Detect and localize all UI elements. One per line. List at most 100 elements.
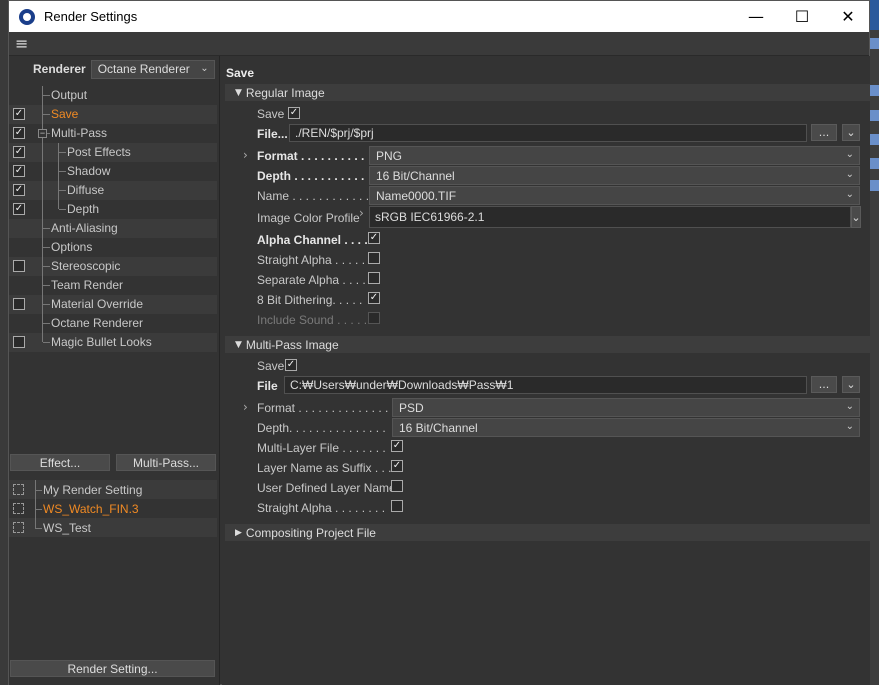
hamburger-menu-icon[interactable]: ≡ bbox=[15, 35, 28, 52]
settings-tree: Output ✓ Save ✓ Multi-Pass − ✓ Post Effects ✓ Sha… bbox=[9, 86, 217, 352]
triangle-down-icon: ▼ bbox=[235, 87, 242, 98]
render-setting-label: WS_Watch_FIN.3 bbox=[43, 502, 139, 516]
tree-item-octane-renderer[interactable]: Octane Renderer bbox=[9, 314, 217, 333]
tree-item-label: Anti-Aliasing bbox=[51, 221, 118, 235]
regular-name-select[interactable]: Name0000.TIF ⌄ bbox=[369, 186, 860, 205]
renderer-select[interactable]: Octane Renderer ⌄ bbox=[90, 59, 215, 79]
effect-button[interactable]: Effect... bbox=[10, 454, 110, 471]
tree-checkbox[interactable]: ✓ bbox=[13, 203, 25, 215]
tree-item-label: Multi-Pass bbox=[51, 126, 108, 140]
multipass-file-input[interactable]: C:₩Users₩under₩Downloads₩Pass₩1 bbox=[284, 376, 807, 394]
multipass-file-chevron-down-icon[interactable]: ⌄ bbox=[842, 376, 860, 393]
mp-straight-alpha-label: Straight Alpha . . . . . . . . bbox=[257, 501, 386, 515]
regular-save-checkbox[interactable]: ✓ bbox=[288, 107, 300, 119]
tree-connector bbox=[58, 162, 59, 181]
compositing-header[interactable]: ▶ Compositing Project File bbox=[225, 524, 870, 541]
renderer-value: Octane Renderer bbox=[97, 62, 190, 76]
multipass-format-select[interactable]: PSD ⌄ bbox=[392, 398, 860, 417]
background-icon bbox=[870, 134, 879, 145]
tree-item-stereoscopic[interactable]: Stereoscopic bbox=[9, 257, 217, 276]
regular-depth-select[interactable]: 16 Bit/Channel ⌄ bbox=[369, 166, 860, 185]
profile-chevron-icon[interactable]: › bbox=[359, 206, 364, 220]
background-icon bbox=[870, 38, 879, 49]
close-icon[interactable]: ✕ bbox=[825, 1, 871, 32]
tree-item-multi-pass[interactable]: ✓ Multi-Pass − bbox=[9, 124, 217, 143]
multilayer-checkbox[interactable]: ✓ bbox=[391, 440, 403, 452]
tree-checkbox[interactable] bbox=[13, 336, 25, 348]
render-setting-button[interactable]: Render Setting... bbox=[10, 660, 215, 677]
maximize-icon[interactable]: ☐ bbox=[779, 1, 825, 32]
render-setting-item[interactable]: WS_Test bbox=[9, 518, 217, 537]
regular-file-browse-button[interactable]: ... bbox=[811, 124, 837, 141]
tree-connector bbox=[35, 490, 42, 491]
tree-checkbox[interactable]: ✓ bbox=[13, 146, 25, 158]
tree-item-anti-aliasing[interactable]: Anti-Aliasing bbox=[9, 219, 217, 238]
regular-file-chevron-down-icon[interactable]: ⌄ bbox=[842, 124, 860, 141]
render-setting-item[interactable]: WS_Watch_FIN.3 bbox=[9, 499, 217, 518]
tree-item-label: Shadow bbox=[67, 164, 111, 178]
tree-item-post-effects[interactable]: ✓ Post Effects bbox=[9, 143, 217, 162]
multipass-file-browse-button[interactable]: ... bbox=[811, 376, 837, 393]
multipass-save-checkbox[interactable]: ✓ bbox=[285, 359, 297, 371]
tree-connector bbox=[42, 200, 43, 219]
multipass-image-header[interactable]: ▼ Multi-Pass Image bbox=[225, 336, 870, 353]
mp-format-expand-chevron-icon[interactable]: › bbox=[243, 400, 248, 414]
straight-alpha-checkbox[interactable] bbox=[368, 252, 380, 264]
tree-item-diffuse[interactable]: ✓ Diffuse bbox=[9, 181, 217, 200]
tree-checkbox[interactable]: ✓ bbox=[13, 108, 25, 120]
tree-item-label: Stereoscopic bbox=[51, 259, 121, 273]
tree-connector bbox=[59, 171, 66, 172]
render-setting-item[interactable]: My Render Setting bbox=[9, 480, 217, 499]
tree-item-output[interactable]: Output bbox=[9, 86, 217, 105]
separate-alpha-checkbox[interactable] bbox=[368, 272, 380, 284]
tree-connector bbox=[43, 114, 50, 115]
tree-connector bbox=[42, 219, 43, 238]
regular-profile-value: sRGB IEC61966-2.1 bbox=[375, 210, 485, 224]
minimize-icon[interactable]: — bbox=[733, 1, 779, 32]
section-title: Save bbox=[226, 66, 255, 80]
tree-item-label: Octane Renderer bbox=[51, 316, 144, 330]
tree-checkbox[interactable] bbox=[13, 298, 25, 310]
tree-checkbox[interactable] bbox=[13, 260, 25, 272]
tree-checkbox[interactable]: ✓ bbox=[13, 165, 25, 177]
tree-connector bbox=[58, 200, 59, 209]
tree-item-depth[interactable]: ✓ Depth bbox=[9, 200, 217, 219]
regular-profile-field[interactable]: sRGB IEC61966-2.1 bbox=[369, 206, 851, 228]
include-sound-checkbox bbox=[368, 312, 380, 324]
regular-depth-value: 16 Bit/Channel bbox=[376, 168, 455, 183]
cinema4d-logo-icon bbox=[19, 8, 35, 25]
tree-connector bbox=[43, 228, 50, 229]
mp-straight-alpha-checkbox[interactable] bbox=[391, 500, 403, 512]
tree-connector bbox=[42, 276, 43, 295]
tree-connector bbox=[43, 266, 50, 267]
regular-save-label: Save bbox=[257, 107, 285, 121]
user-defined-layer-checkbox[interactable] bbox=[391, 480, 403, 492]
regular-image-header[interactable]: ▼ Regular Image bbox=[225, 84, 870, 101]
render-settings-window: Render Settings — ☐ ✕ ≡ Renderer Octane … bbox=[8, 0, 870, 685]
profile-chevron-down-icon[interactable]: ⌄ bbox=[851, 206, 861, 228]
multipass-format-label: Format . . . . . . . . . . . . . . bbox=[257, 401, 389, 415]
tree-item-team-render[interactable]: Team Render bbox=[9, 276, 217, 295]
dithering-checkbox[interactable]: ✓ bbox=[368, 292, 380, 304]
tree-checkbox[interactable]: ✓ bbox=[13, 184, 25, 196]
tree-connector bbox=[43, 342, 50, 343]
tree-item-shadow[interactable]: ✓ Shadow bbox=[9, 162, 217, 181]
dithering-label: 8 Bit Dithering. . . . . bbox=[257, 293, 363, 307]
dashed-square-icon bbox=[13, 522, 24, 533]
regular-format-select[interactable]: PNG ⌄ bbox=[369, 146, 860, 165]
alpha-channel-checkbox[interactable]: ✓ bbox=[368, 232, 380, 244]
tree-connector bbox=[59, 152, 66, 153]
tree-connector bbox=[59, 209, 66, 210]
tree-item-label: Magic Bullet Looks bbox=[51, 335, 152, 349]
collapse-icon[interactable]: − bbox=[38, 129, 47, 138]
tree-item-save[interactable]: ✓ Save bbox=[9, 105, 217, 124]
tree-item-magic-bullet-looks[interactable]: Magic Bullet Looks bbox=[9, 333, 217, 352]
tree-item-material-override[interactable]: Material Override bbox=[9, 295, 217, 314]
multipass-button[interactable]: Multi-Pass... bbox=[116, 454, 216, 471]
regular-file-input[interactable]: ./REN/$prj/$prj bbox=[289, 124, 807, 142]
format-expand-chevron-icon[interactable]: › bbox=[243, 148, 248, 162]
tree-item-options[interactable]: Options bbox=[9, 238, 217, 257]
multipass-depth-select[interactable]: 16 Bit/Channel ⌄ bbox=[392, 418, 860, 437]
layer-name-suffix-checkbox[interactable]: ✓ bbox=[391, 460, 403, 472]
tree-checkbox[interactable]: ✓ bbox=[13, 127, 25, 139]
